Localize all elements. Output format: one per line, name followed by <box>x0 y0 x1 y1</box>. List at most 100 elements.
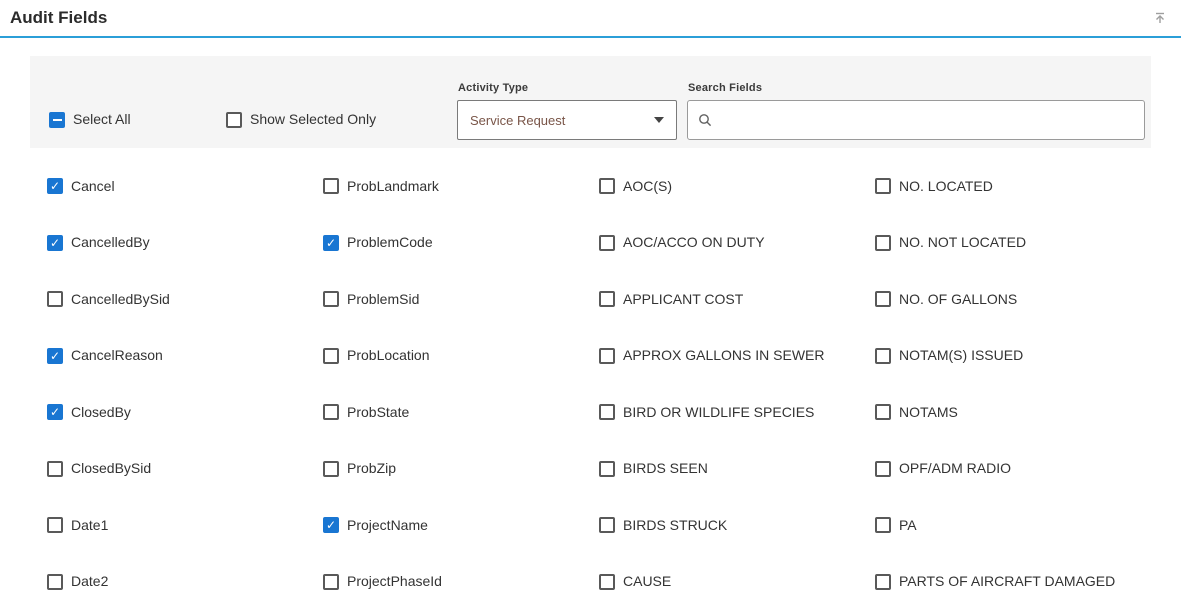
field-checkbox-item[interactable]: CancelReason <box>47 328 323 385</box>
field-checkbox-box[interactable] <box>599 178 615 194</box>
field-checkbox-box[interactable] <box>323 291 339 307</box>
field-checkbox-box[interactable] <box>875 348 891 364</box>
field-checkbox-label: CancelledBySid <box>71 291 170 308</box>
show-selected-only-label: Show Selected Only <box>250 111 376 128</box>
field-checkbox-box[interactable] <box>47 235 63 251</box>
field-checkbox-item[interactable]: ProjectPhaseId <box>323 554 599 610</box>
show-selected-only-checkbox-box[interactable] <box>226 112 242 128</box>
field-checkbox-item[interactable]: ProblemSid <box>323 271 599 328</box>
field-checkbox-item[interactable]: OPF/ADM RADIO <box>875 441 1151 498</box>
field-checkbox-item[interactable]: ProbState <box>323 384 599 441</box>
field-checkbox-label: ProjectName <box>347 517 428 534</box>
field-checkbox-label: PARTS OF AIRCRAFT DAMAGED <box>899 573 1115 590</box>
field-checkbox-item[interactable]: BIRDS SEEN <box>599 441 875 498</box>
scroll-to-top-icon[interactable] <box>1151 9 1169 27</box>
field-checkbox-label: Date2 <box>71 573 108 590</box>
field-checkbox-label: ProblemCode <box>347 234 433 251</box>
field-checkbox-box[interactable] <box>323 461 339 477</box>
field-checkbox-box[interactable] <box>323 235 339 251</box>
field-checkbox-item[interactable]: Date1 <box>47 497 323 554</box>
field-checkbox-item[interactable]: ProblemCode <box>323 215 599 272</box>
field-checkbox-box[interactable] <box>323 178 339 194</box>
field-checkbox-box[interactable] <box>875 235 891 251</box>
field-checkbox-box[interactable] <box>599 461 615 477</box>
field-checkbox-item[interactable]: CancelledBy <box>47 215 323 272</box>
field-checkbox-box[interactable] <box>47 291 63 307</box>
show-selected-only-checkbox[interactable]: Show Selected Only <box>226 111 457 128</box>
field-checkbox-item[interactable]: BIRDS STRUCK <box>599 497 875 554</box>
field-checkbox-label: BIRDS STRUCK <box>623 517 727 534</box>
select-all-label: Select All <box>73 111 131 128</box>
search-fields-label: Search Fields <box>688 82 1145 94</box>
field-checkbox-box[interactable] <box>875 517 891 533</box>
field-checkbox-item[interactable]: CAUSE <box>599 554 875 610</box>
field-checkbox-item[interactable]: AOC/ACCO ON DUTY <box>599 215 875 272</box>
field-checkbox-item[interactable]: APPROX GALLONS IN SEWER <box>599 328 875 385</box>
field-checkbox-item[interactable]: NO. OF GALLONS <box>875 271 1151 328</box>
field-checkbox-item[interactable]: CancelledBySid <box>47 271 323 328</box>
field-checkbox-box[interactable] <box>599 517 615 533</box>
field-checkbox-box[interactable] <box>47 461 63 477</box>
field-checkbox-item[interactable]: AOC(S) <box>599 158 875 215</box>
field-checkbox-box[interactable] <box>47 404 63 420</box>
field-checkbox-label: ClosedBy <box>71 404 131 421</box>
field-checkbox-box[interactable] <box>875 291 891 307</box>
field-checkbox-label: Date1 <box>71 517 108 534</box>
field-checkbox-box[interactable] <box>875 574 891 590</box>
field-checkbox-label: NOTAM(S) ISSUED <box>899 347 1023 364</box>
field-checkbox-box[interactable] <box>47 178 63 194</box>
search-fields-field: Search Fields <box>687 82 1145 140</box>
field-checkbox-item[interactable]: PA <box>875 497 1151 554</box>
field-checkbox-item[interactable]: ClosedBy <box>47 384 323 441</box>
field-checkbox-label: ProjectPhaseId <box>347 573 442 590</box>
field-checkbox-item[interactable]: PARTS OF AIRCRAFT DAMAGED <box>875 554 1151 610</box>
page-content: Select All Show Selected Only Activity T… <box>0 38 1181 610</box>
field-checkbox-label: NO. LOCATED <box>899 178 993 195</box>
select-all-checkbox-box[interactable] <box>49 112 65 128</box>
chevron-down-icon <box>654 117 664 123</box>
field-checkbox-box[interactable] <box>323 348 339 364</box>
search-input[interactable] <box>720 101 1134 139</box>
search-box[interactable] <box>687 100 1145 140</box>
field-checkbox-box[interactable] <box>599 404 615 420</box>
field-checkbox-box[interactable] <box>599 348 615 364</box>
field-checkbox-item[interactable]: ProjectName <box>323 497 599 554</box>
field-checkbox-box[interactable] <box>47 574 63 590</box>
field-checkbox-item[interactable]: ProbLocation <box>323 328 599 385</box>
field-checkbox-item[interactable]: Cancel <box>47 158 323 215</box>
field-checkbox-item[interactable]: ProbLandmark <box>323 158 599 215</box>
field-checkbox-label: OPF/ADM RADIO <box>899 460 1011 477</box>
field-checkbox-item[interactable]: NO. NOT LOCATED <box>875 215 1151 272</box>
field-checkbox-box[interactable] <box>599 235 615 251</box>
field-checkbox-label: ProbState <box>347 404 409 421</box>
field-checkbox-item[interactable]: BIRD OR WILDLIFE SPECIES <box>599 384 875 441</box>
field-checkbox-box[interactable] <box>323 404 339 420</box>
field-checkbox-item[interactable]: NO. LOCATED <box>875 158 1151 215</box>
fields-column: AOC(S) AOC/ACCO ON DUTY APPLICANT COST A… <box>599 158 875 610</box>
field-checkbox-box[interactable] <box>599 574 615 590</box>
field-checkbox-item[interactable]: APPLICANT COST <box>599 271 875 328</box>
field-checkbox-label: CancelReason <box>71 347 163 364</box>
activity-type-select[interactable]: Service Request <box>457 100 677 140</box>
activity-type-label: Activity Type <box>458 82 677 94</box>
field-checkbox-label: APPROX GALLONS IN SEWER <box>623 347 825 364</box>
field-checkbox-item[interactable]: NOTAMS <box>875 384 1151 441</box>
field-checkbox-item[interactable]: ClosedBySid <box>47 441 323 498</box>
field-checkbox-box[interactable] <box>599 291 615 307</box>
field-checkbox-box[interactable] <box>47 517 63 533</box>
field-checkbox-box[interactable] <box>875 461 891 477</box>
field-checkbox-label: ProbZip <box>347 460 396 477</box>
field-checkbox-box[interactable] <box>875 404 891 420</box>
field-checkbox-label: NOTAMS <box>899 404 958 421</box>
field-checkbox-label: ProbLandmark <box>347 178 439 195</box>
field-checkbox-box[interactable] <box>323 517 339 533</box>
field-checkbox-item[interactable]: NOTAM(S) ISSUED <box>875 328 1151 385</box>
field-checkbox-box[interactable] <box>47 348 63 364</box>
field-checkbox-box[interactable] <box>875 178 891 194</box>
field-checkbox-label: BIRDS SEEN <box>623 460 708 477</box>
select-all-checkbox[interactable]: Select All <box>49 111 226 128</box>
page-header: Audit Fields <box>0 0 1181 38</box>
field-checkbox-box[interactable] <box>323 574 339 590</box>
field-checkbox-item[interactable]: Date2 <box>47 554 323 610</box>
field-checkbox-item[interactable]: ProbZip <box>323 441 599 498</box>
